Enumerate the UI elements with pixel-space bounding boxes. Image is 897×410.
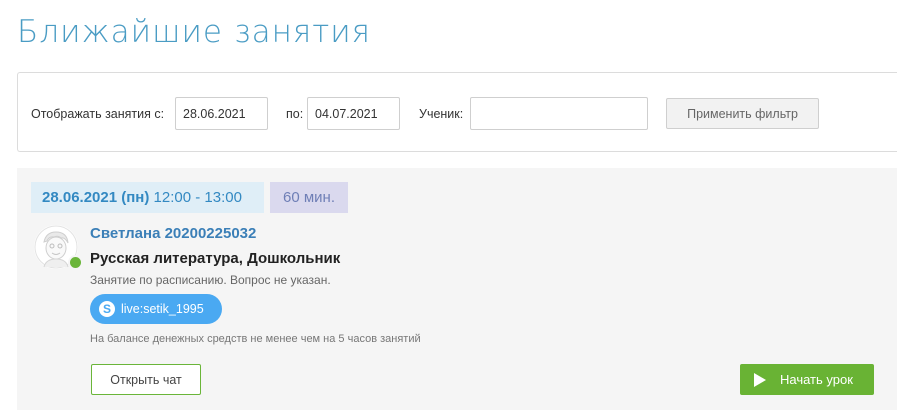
filter-panel: Отображать занятия с: по: Ученик: Примен… bbox=[17, 72, 897, 152]
student-name-link[interactable]: Светлана 20200225032 bbox=[90, 225, 256, 242]
start-lesson-button[interactable]: Начать урок bbox=[740, 364, 874, 395]
lesson-note: Занятие по расписанию. Вопрос не указан. bbox=[90, 273, 331, 287]
start-lesson-label: Начать урок bbox=[780, 372, 853, 387]
to-date-input[interactable] bbox=[307, 97, 400, 130]
page-title: Ближайшие занятия bbox=[17, 14, 371, 50]
balance-note: На балансе денежных средств не менее чем… bbox=[90, 333, 421, 345]
lesson-card: 28.06.2021 (пн) 12:00 - 13:00 60 мин. Св… bbox=[17, 168, 897, 410]
lesson-datetime: 28.06.2021 (пн) 12:00 - 13:00 bbox=[31, 182, 264, 213]
play-icon bbox=[754, 373, 766, 387]
lesson-subject: Русская литература, Дошкольник bbox=[90, 250, 341, 267]
skype-icon: S bbox=[99, 301, 115, 317]
online-status-indicator bbox=[68, 255, 83, 270]
from-date-input[interactable] bbox=[175, 97, 268, 130]
from-date-label: Отображать занятия с: bbox=[31, 107, 165, 121]
student-input[interactable] bbox=[470, 97, 648, 130]
open-chat-button[interactable]: Открыть чат bbox=[91, 364, 201, 395]
to-date-label: по: bbox=[286, 107, 304, 121]
lesson-date: 28.06.2021 (пн) bbox=[42, 189, 150, 206]
lesson-duration: 60 мин. bbox=[270, 182, 348, 213]
lesson-time: 12:00 - 13:00 bbox=[153, 189, 242, 206]
student-label: Ученик: bbox=[419, 107, 464, 121]
skype-contact-button[interactable]: S live:setik_1995 bbox=[90, 294, 222, 324]
apply-filter-button[interactable]: Применить фильтр bbox=[666, 98, 819, 129]
skype-id: live:setik_1995 bbox=[121, 302, 204, 316]
